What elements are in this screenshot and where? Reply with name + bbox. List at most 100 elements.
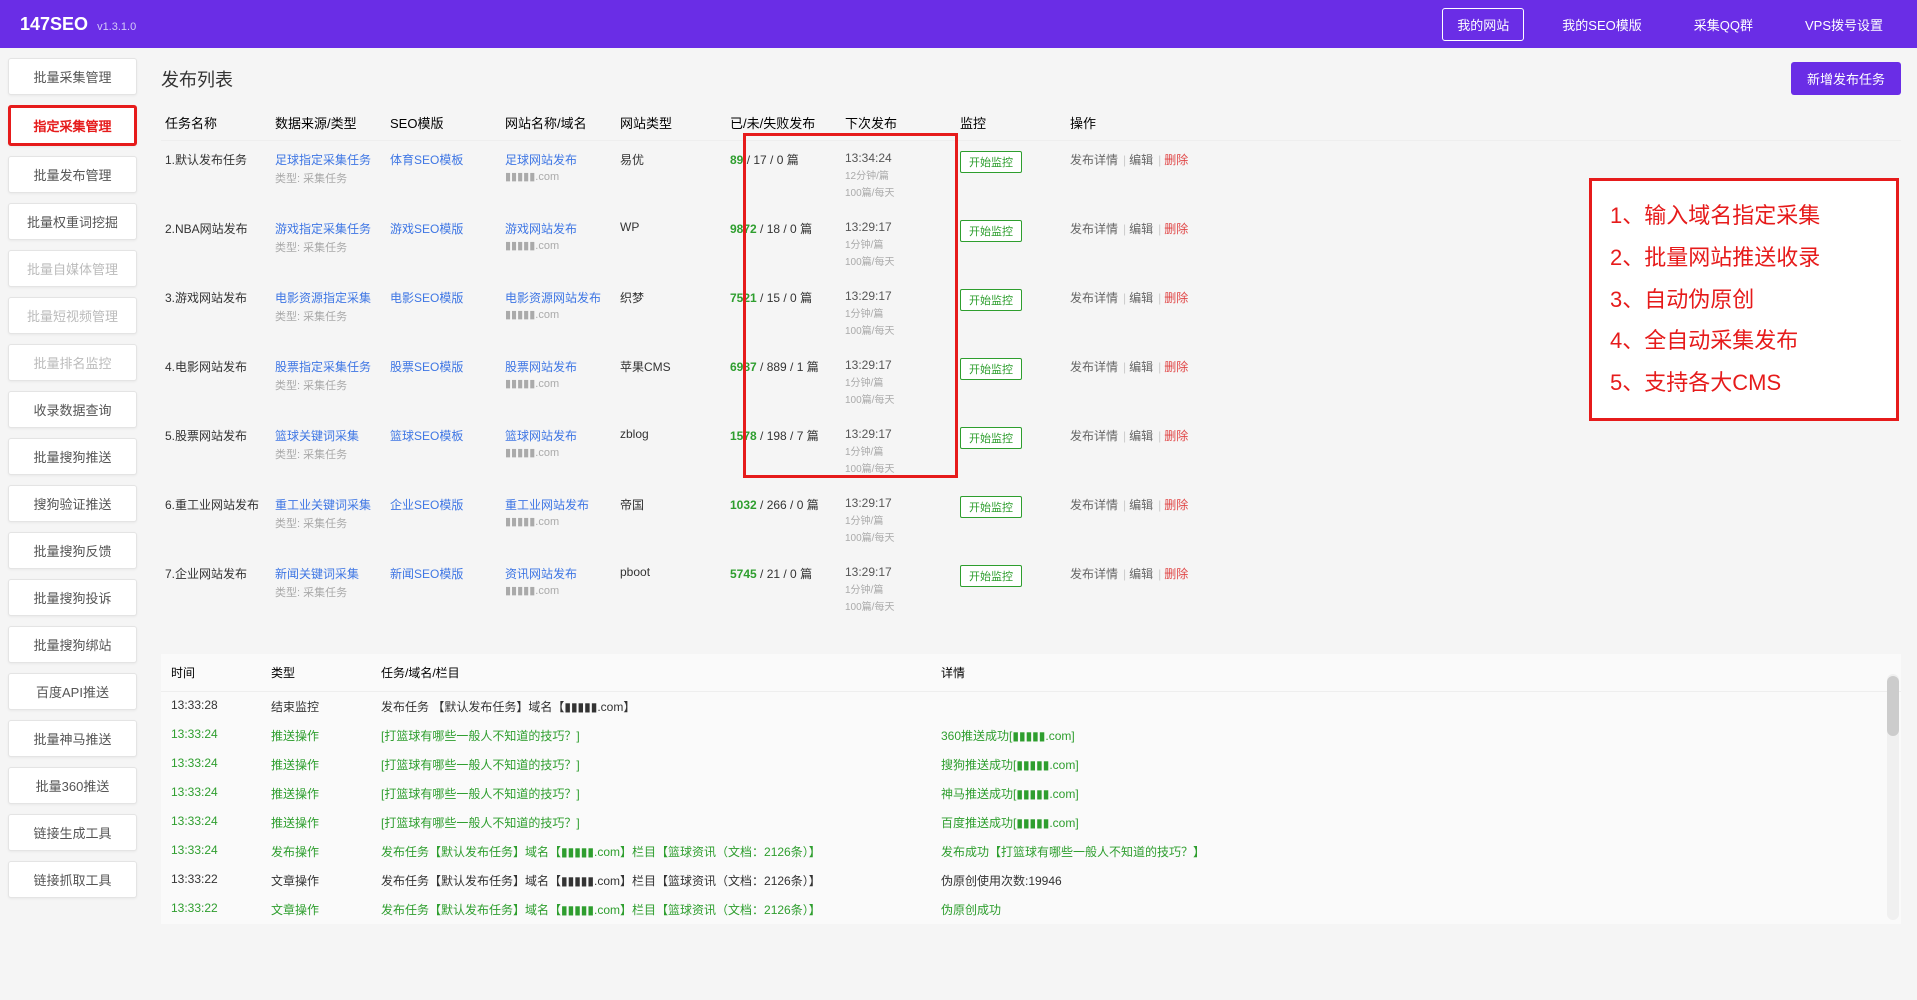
log-row: 13:33:24推送操作[打篮球有哪些一般人不知道的技巧？]百度推送成功[▮▮▮… [161,808,1901,837]
source-link[interactable]: 篮球关键词采集 [275,427,390,444]
source-link[interactable]: 股票指定采集任务 [275,358,390,375]
sidebar-item-0[interactable]: 批量采集管理 [8,58,137,95]
cell-template[interactable]: 企业SEO模版 [390,496,505,513]
start-monitor-button[interactable]: 开始监控 [960,565,1022,587]
sidebar-item-10[interactable]: 批量搜狗反馈 [8,532,137,569]
logo-text: 147SEO [20,14,88,34]
sidebar-item-4[interactable]: 批量自媒体管理 [8,250,137,287]
op-edit[interactable]: 编辑 [1129,222,1153,236]
site-name-link[interactable]: 游戏网站发布 [505,220,620,237]
sidebar-item-17[interactable]: 链接抓取工具 [8,861,137,898]
op-delete[interactable]: 删除 [1164,153,1188,167]
source-link[interactable]: 足球指定采集任务 [275,151,390,168]
op-detail[interactable]: 发布详情 [1070,567,1118,581]
op-delete[interactable]: 删除 [1164,429,1188,443]
sidebar-item-9[interactable]: 搜狗验证推送 [8,485,137,522]
cell-next-publish: 13:29:171分钟/篇100篇/每天 [845,220,960,268]
sidebar-item-7[interactable]: 收录数据查询 [8,391,137,428]
sidebar-item-6[interactable]: 批量排名监控 [8,344,137,381]
op-detail[interactable]: 发布详情 [1070,222,1118,236]
cell-template[interactable]: 股票SEO模版 [390,358,505,375]
start-monitor-button[interactable]: 开始监控 [960,358,1022,380]
site-name-link[interactable]: 资讯网站发布 [505,565,620,582]
cell-site: 重工业网站发布▮▮▮▮▮.com [505,496,620,528]
sidebar-item-11[interactable]: 批量搜狗投诉 [8,579,137,616]
op-edit[interactable]: 编辑 [1129,498,1153,512]
log-time: 13:33:24 [171,814,271,831]
log-type: 推送操作 [271,756,381,773]
header-nav-1[interactable]: 我的SEO模版 [1548,9,1655,40]
op-delete[interactable]: 删除 [1164,498,1188,512]
source-type: 类型: 采集任务 [275,446,390,462]
header-nav-2[interactable]: 采集QQ群 [1680,9,1767,40]
cell-monitor: 开始监控 [960,151,1070,173]
site-name-link[interactable]: 重工业网站发布 [505,496,620,513]
op-detail[interactable]: 发布详情 [1070,498,1118,512]
op-edit[interactable]: 编辑 [1129,360,1153,374]
source-link[interactable]: 游戏指定采集任务 [275,220,390,237]
site-name-link[interactable]: 股票网站发布 [505,358,620,375]
log-detail: 发布成功【打篮球有哪些一般人不知道的技巧？】 [941,843,1891,860]
cell-ops: 发布详情|编辑|删除 [1070,427,1897,444]
cell-template[interactable]: 电影SEO模版 [390,289,505,306]
cell-template[interactable]: 篮球SEO模板 [390,427,505,444]
source-link[interactable]: 新闻关键词采集 [275,565,390,582]
sidebar-item-14[interactable]: 批量神马推送 [8,720,137,757]
start-monitor-button[interactable]: 开始监控 [960,427,1022,449]
source-link[interactable]: 重工业关键词采集 [275,496,390,513]
site-name-link[interactable]: 篮球网站发布 [505,427,620,444]
start-monitor-button[interactable]: 开始监控 [960,289,1022,311]
op-detail[interactable]: 发布详情 [1070,429,1118,443]
op-edit[interactable]: 编辑 [1129,153,1153,167]
cell-site-type: 苹果CMS [620,358,730,375]
op-detail[interactable]: 发布详情 [1070,360,1118,374]
op-detail[interactable]: 发布详情 [1070,153,1118,167]
start-monitor-button[interactable]: 开始监控 [960,151,1022,173]
op-delete[interactable]: 删除 [1164,567,1188,581]
op-edit[interactable]: 编辑 [1129,567,1153,581]
op-delete[interactable]: 删除 [1164,360,1188,374]
sidebar-item-13[interactable]: 百度API推送 [8,673,137,710]
op-edit[interactable]: 编辑 [1129,291,1153,305]
sidebar-item-8[interactable]: 批量搜狗推送 [8,438,137,475]
sidebar-item-16[interactable]: 链接生成工具 [8,814,137,851]
cell-source: 新闻关键词采集类型: 采集任务 [275,565,390,600]
cell-monitor: 开始监控 [960,289,1070,311]
cell-template[interactable]: 新闻SEO模版 [390,565,505,582]
site-name-link[interactable]: 电影资源网站发布 [505,289,620,306]
sidebar-item-2[interactable]: 批量发布管理 [8,156,137,193]
cell-site-type: 易优 [620,151,730,168]
sidebar-item-3[interactable]: 批量权重词挖掘 [8,203,137,240]
op-detail[interactable]: 发布详情 [1070,291,1118,305]
col-next: 下次发布 [845,113,960,132]
table-header-row: 任务名称 数据来源/类型 SEO模版 网站名称/域名 网站类型 已/未/失败发布… [161,105,1901,141]
cell-template[interactable]: 体育SEO模板 [390,151,505,168]
sidebar-item-15[interactable]: 批量360推送 [8,767,137,804]
site-name-link[interactable]: 足球网站发布 [505,151,620,168]
log-scrollbar-thumb[interactable] [1887,676,1899,736]
header-nav-3[interactable]: VPS拨号设置 [1791,9,1897,40]
site-domain: ▮▮▮▮▮.com [505,308,620,321]
cell-task-name: 2.NBA网站发布 [165,220,275,237]
cell-template[interactable]: 游戏SEO模版 [390,220,505,237]
op-delete[interactable]: 删除 [1164,291,1188,305]
sidebar-item-12[interactable]: 批量搜狗绑站 [8,626,137,663]
op-edit[interactable]: 编辑 [1129,429,1153,443]
add-publish-task-button[interactable]: 新增发布任务 [1791,62,1901,95]
log-type: 结束监控 [271,698,381,715]
table-row: 7.企业网站发布新闻关键词采集类型: 采集任务新闻SEO模版资讯网站发布▮▮▮▮… [161,555,1901,624]
start-monitor-button[interactable]: 开始监控 [960,220,1022,242]
header-nav-0[interactable]: 我的网站 [1442,8,1524,41]
cell-next-publish: 13:34:2412分钟/篇100篇/每天 [845,151,960,199]
annotation-line-4: 4、全自动采集发布 [1610,320,1878,362]
sidebar-item-5[interactable]: 批量短视频管理 [8,297,137,334]
source-link[interactable]: 电影资源指定采集 [275,289,390,306]
cell-monitor: 开始监控 [960,496,1070,518]
log-row: 13:33:22文章操作发布任务【默认发布任务】域名【▮▮▮▮▮.com】栏目【… [161,866,1901,895]
col-site: 网站名称/域名 [505,113,620,132]
col-ops: 操作 [1070,113,1897,132]
sidebar-item-1[interactable]: 指定采集管理 [8,105,137,146]
start-monitor-button[interactable]: 开始监控 [960,496,1022,518]
op-delete[interactable]: 删除 [1164,222,1188,236]
log-time: 13:33:22 [171,872,271,889]
